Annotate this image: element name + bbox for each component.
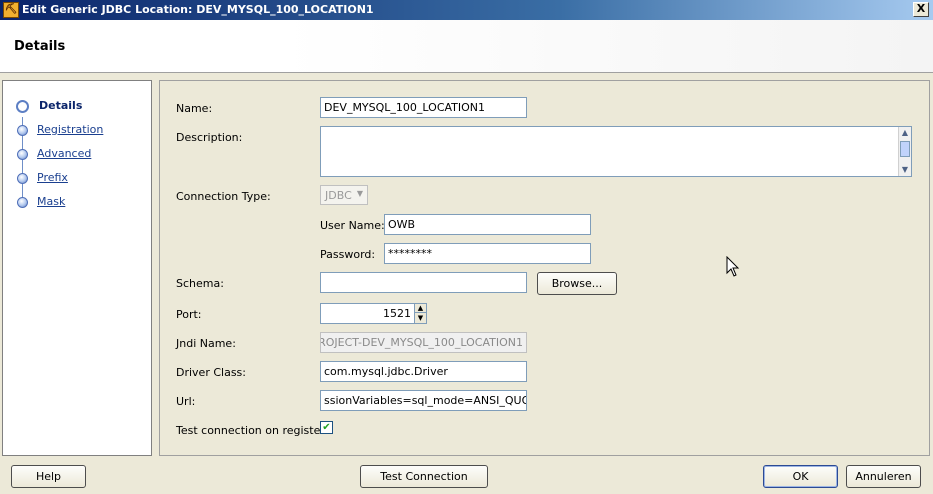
user-name-label: User Name: [320,219,385,232]
schema-input[interactable] [320,272,527,293]
nav-item-prefix[interactable]: Prefix [3,167,151,189]
nav-item-label: Advanced [37,147,92,160]
nav-item-label: Prefix [37,171,68,184]
test-on-register-label: Test connection on register: [176,424,329,437]
cancel-button[interactable]: Annuleren [846,465,921,488]
scroll-down-icon[interactable]: ▼ [899,164,911,176]
port-input[interactable]: 1521 [320,303,415,324]
connection-type-select[interactable]: JDBC ▼ [320,185,368,205]
close-icon: X [916,2,926,15]
nav-item-mask[interactable]: Mask [3,191,151,213]
title-bar: ⛏ Edit Generic JDBC Location: DEV_MYSQL_… [0,0,933,20]
name-input[interactable]: DEV_MYSQL_100_LOCATION1 [320,97,527,118]
nav-step-icon [17,149,28,160]
scroll-thumb[interactable] [900,141,910,157]
nav-item-advanced[interactable]: Advanced [3,143,151,165]
nav-panel: Details Registration Advanced Prefix Mas… [2,80,152,456]
close-button[interactable]: X [913,2,929,17]
nav-step-icon [16,100,29,113]
nav-step-icon [17,197,28,208]
description-textarea[interactable]: ▲ ▼ [320,126,912,177]
app-icon: ⛏ [3,2,19,18]
nav-item-label: Details [39,99,83,112]
name-label: Name: [176,102,213,115]
chevron-down-icon[interactable]: ▼ [415,314,426,323]
nav-item-label: Mask [37,195,66,208]
window-title: Edit Generic JDBC Location: DEV_MYSQL_10… [22,3,374,16]
nav-step-icon [17,173,28,184]
password-label: Password: [320,248,376,261]
connection-type-value: JDBC [325,189,352,202]
nav-item-registration[interactable]: Registration [3,119,151,141]
check-icon: ✔ [322,422,331,433]
nav-item-label: Registration [37,123,104,136]
driver-class-label: Driver Class: [176,366,246,379]
ok-button[interactable]: OK [763,465,838,488]
connection-type-label: Connection Type: [176,190,271,203]
url-input[interactable]: ssionVariables=sql_mode=ANSI_QUOTES [320,390,527,411]
test-connection-button[interactable]: Test Connection [360,465,488,488]
chevron-down-icon: ▼ [356,189,363,198]
jndi-name-input[interactable]: PROJECT-DEV_MYSQL_100_LOCATION1 [320,332,527,353]
mouse-pointer-icon [726,256,740,277]
chevron-up-icon[interactable]: ▲ [415,304,426,313]
port-stepper[interactable]: ▲ ▼ [414,303,427,324]
port-label: Port: [176,308,202,321]
password-input[interactable]: ******** [384,243,591,264]
schema-label: Schema: [176,277,224,290]
scroll-up-icon[interactable]: ▲ [899,127,911,139]
description-label: Description: [176,131,243,144]
test-on-register-checkbox[interactable]: ✔ [320,421,333,434]
nav-step-icon [17,125,28,136]
jndi-name-label: Jndi Name: [176,337,236,350]
url-label: Url: [176,395,196,408]
browse-button[interactable]: Browse... [537,272,617,295]
page-title: Details [14,39,66,54]
user-name-input[interactable]: OWB [384,214,591,235]
description-scrollbar[interactable]: ▲ ▼ [898,127,911,176]
driver-class-input[interactable]: com.mysql.jdbc.Driver [320,361,527,382]
dialog-header: Details [0,20,933,73]
help-button[interactable]: Help [11,465,86,488]
nav-item-details[interactable]: Details [3,95,151,117]
